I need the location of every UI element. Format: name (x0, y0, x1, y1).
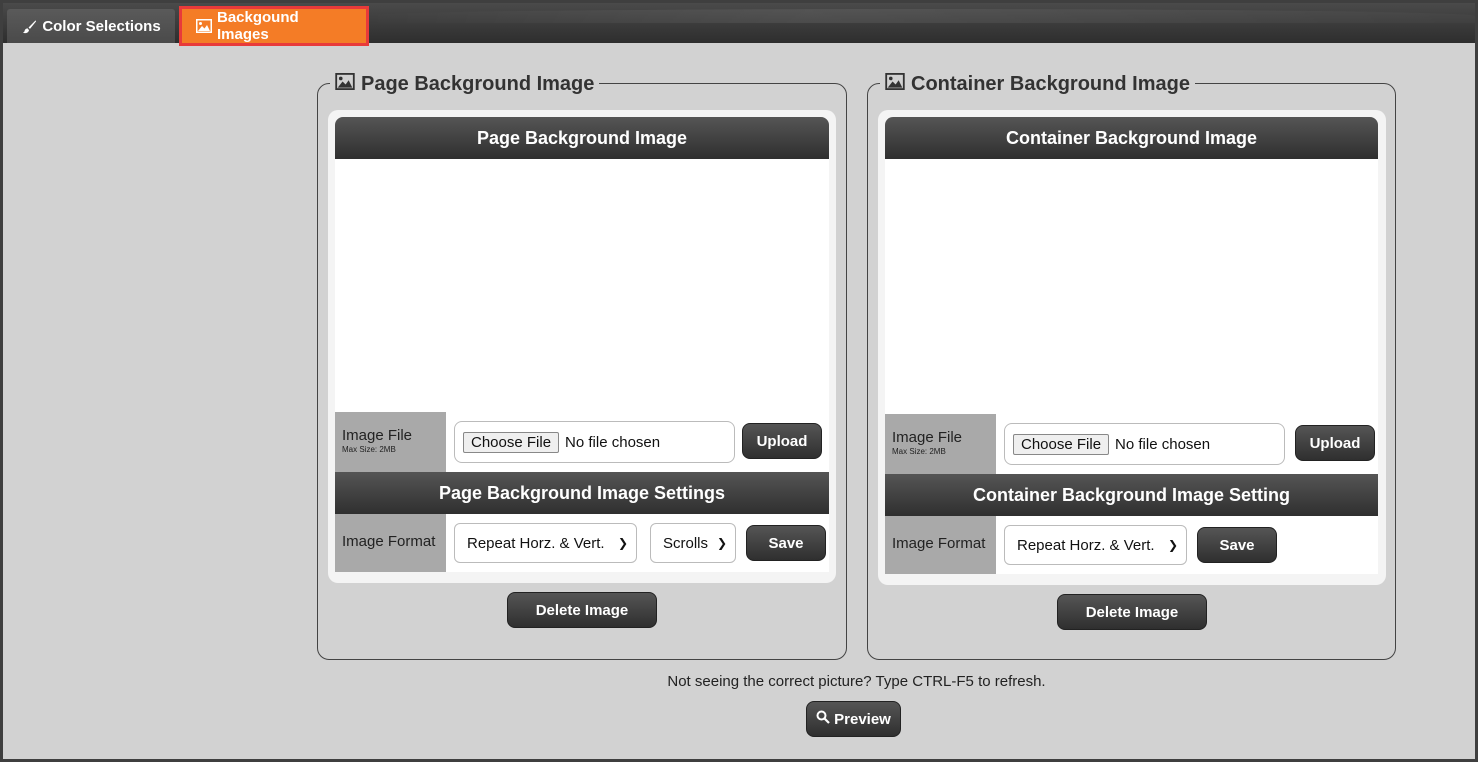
scroll-select[interactable]: Scrolls ❯ (650, 523, 736, 563)
tab-label: Backgound Images (217, 9, 299, 43)
image-format-row: Image Format Repeat Horz. & Vert. ❯ Scro… (335, 514, 829, 572)
app-frame: Color Selections Backgound Images Page B… (0, 0, 1478, 762)
file-status: No file chosen (565, 433, 661, 451)
refresh-note: Not seeing the correct picture? Type CTR… (667, 673, 1046, 690)
chevron-down-icon: ❯ (617, 536, 628, 550)
image-file-row: Image File Max Size: 2MB Choose File No … (885, 414, 1378, 474)
preview-button[interactable]: Preview (806, 701, 901, 737)
image-format-label: Image Format (335, 514, 446, 572)
format-value: Repeat Horz. & Vert. (1017, 536, 1155, 554)
format-value: Repeat Horz. & Vert. (467, 534, 605, 552)
chevron-down-icon: ❯ (1167, 538, 1178, 552)
container-background-legend: Container Background Image (880, 72, 1195, 96)
preview-label: Preview (834, 710, 891, 728)
choose-file-button[interactable]: Choose File (1013, 433, 1110, 455)
container-background-preview (885, 159, 1378, 414)
image-icon (335, 72, 355, 96)
image-format-row: Image Format Repeat Horz. & Vert. ❯ Save (885, 516, 1378, 574)
chevron-down-icon: ❯ (716, 536, 727, 550)
tab-bar: Color Selections Backgound Images (3, 3, 1475, 46)
page-background-fieldset: Page Background Image Page Background Im… (317, 72, 847, 660)
delete-image-button[interactable]: Delete Image (1057, 594, 1207, 630)
legend-title: Page Background Image (361, 72, 595, 95)
page-background-legend: Page Background Image (330, 72, 600, 96)
scroll-value: Scrolls (663, 534, 709, 552)
upload-button[interactable]: Upload (1295, 425, 1375, 461)
file-status: No file chosen (1115, 435, 1211, 453)
tab-background-images[interactable]: Backgound Images (179, 6, 369, 46)
image-file-label: Image File Max Size: 2MB (885, 414, 996, 474)
image-file-label: Image File Max Size: 2MB (335, 412, 446, 472)
image-format-label: Image Format (885, 516, 996, 574)
image-file-row: Image File Max Size: 2MB Choose File No … (335, 412, 829, 472)
tab-color-selections[interactable]: Color Selections (7, 9, 175, 43)
page-background-header: Page Background Image (335, 117, 829, 159)
image-icon (885, 72, 905, 96)
paintbrush-icon (21, 19, 37, 33)
legend-title: Container Background Image (911, 72, 1190, 95)
image-icon (196, 19, 212, 33)
image-file-text: Image File (892, 429, 963, 446)
page-background-preview (335, 159, 829, 412)
format-select[interactable]: Repeat Horz. & Vert. ❯ (1004, 525, 1187, 565)
search-icon (816, 710, 830, 728)
choose-file-button[interactable]: Choose File (463, 431, 560, 453)
container-settings-header: Container Background Image Setting (885, 474, 1378, 516)
container-background-fieldset: Container Background Image Container Bac… (867, 72, 1396, 660)
upload-button[interactable]: Upload (742, 423, 822, 459)
save-button[interactable]: Save (746, 525, 826, 561)
page-settings-header: Page Background Image Settings (335, 472, 829, 514)
container-background-card: Container Background Image Image File Ma… (878, 110, 1386, 585)
tab-label: Color Selections (42, 17, 161, 35)
max-size-text: Max Size: 2MB (892, 447, 946, 456)
format-select[interactable]: Repeat Horz. & Vert. ❯ (454, 523, 637, 563)
container-background-header: Container Background Image (885, 117, 1378, 159)
delete-image-button[interactable]: Delete Image (507, 592, 657, 628)
image-file-text: Image File (342, 427, 413, 444)
save-button[interactable]: Save (1197, 527, 1277, 563)
page-background-card: Page Background Image Image File Max Siz… (328, 110, 836, 583)
file-input[interactable]: Choose File No file chosen (454, 421, 735, 463)
max-size-text: Max Size: 2MB (342, 445, 396, 454)
file-input[interactable]: Choose File No file chosen (1004, 423, 1285, 465)
